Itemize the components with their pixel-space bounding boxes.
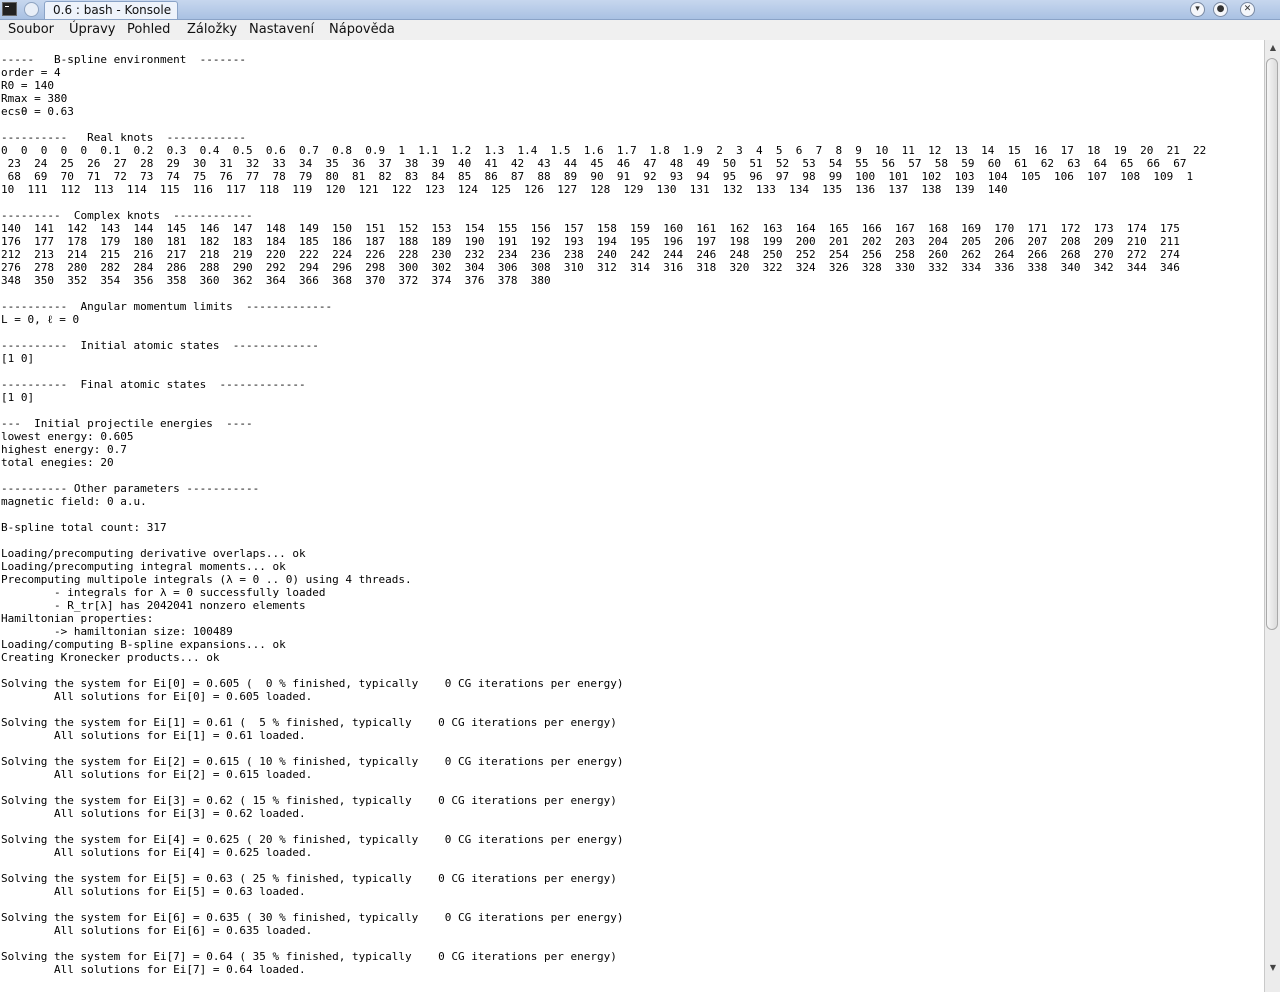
terminal-line: --------- Complex knots ------------: [1, 209, 253, 222]
terminal-line: lowest energy: 0.605: [1, 430, 134, 443]
terminal-line: ---------- Initial atomic states -------…: [1, 339, 319, 352]
terminal-line: 140 141 142 143 144 145 146 147 148 149 …: [1, 222, 1180, 235]
terminal-line: All solutions for Ei[2] = 0.615 loaded.: [1, 768, 313, 781]
terminal-line: - integrals for λ = 0 successfully loade…: [1, 586, 326, 599]
gear-icon[interactable]: ●: [1213, 2, 1228, 17]
terminal-line: [1 0]: [1, 352, 35, 365]
terminal-line: magnetic field: 0 a.u.: [1, 495, 147, 508]
terminal-line: Hamiltonian properties:: [1, 612, 154, 625]
terminal-line: ---------- Real knots ------------: [1, 131, 247, 144]
terminal-line: 276 278 280 282 284 286 288 290 292 294 …: [1, 261, 1180, 274]
terminal-line: 68 69 70 71 72 73 74 75 76 77 78 79 80 8…: [1, 170, 1194, 183]
close-icon[interactable]: ✕: [1240, 2, 1255, 17]
terminal-line: 23 24 25 26 27 28 29 30 31 32 33 34 35 3…: [1, 157, 1187, 170]
terminal-line: 176 177 178 179 180 181 182 183 184 185 …: [1, 235, 1180, 248]
menu-napoveda[interactable]: Nápověda: [329, 21, 395, 39]
terminal-line: Solving the system for Ei[2] = 0.615 ( 1…: [1, 755, 624, 768]
terminal-line: Solving the system for Ei[1] = 0.61 ( 5 …: [1, 716, 617, 729]
terminal-line: -> hamiltonian size: 100489: [1, 625, 233, 638]
terminal-line: B-spline total count: 317: [1, 521, 167, 534]
terminal-line: Solving the system for Ei[5] = 0.63 ( 25…: [1, 872, 617, 885]
pin-icon[interactable]: [24, 2, 39, 17]
terminal-line: 0 0 0 0 0 0.1 0.2 0.3 0.4 0.5 0.6 0.7 0.…: [1, 144, 1207, 157]
terminal-line: Creating Kronecker products... ok: [1, 651, 220, 664]
terminal-line: R0 = 140: [1, 79, 54, 92]
terminal-line: Solving the system for Ei[0] = 0.605 ( 0…: [1, 677, 624, 690]
menu-zalozky[interactable]: Záložky: [187, 21, 237, 39]
title-bar: 0.6 : bash - Konsole ▾ ● ✕: [0, 0, 1280, 20]
terminal-line: 212 213 214 215 216 217 218 219 220 222 …: [1, 248, 1180, 261]
terminal-output[interactable]: ----- B-spline environment ------- order…: [1, 53, 1206, 976]
terminal-line: Solving the system for Ei[6] = 0.635 ( 3…: [1, 911, 624, 924]
terminal-view[interactable]: ----- B-spline environment ------- order…: [0, 40, 1264, 992]
scrollbar-thumb[interactable]: [1266, 58, 1278, 630]
terminal-line: All solutions for Ei[1] = 0.61 loaded.: [1, 729, 306, 742]
terminal-line: ---------- Angular momentum limits -----…: [1, 300, 333, 313]
terminal-line: ----- B-spline environment -------: [1, 53, 247, 66]
terminal-line: ecsθ = 0.63: [1, 105, 74, 118]
chevron-down-icon[interactable]: ▾: [1190, 2, 1205, 17]
terminal-line: All solutions for Ei[3] = 0.62 loaded.: [1, 807, 306, 820]
terminal-line: Solving the system for Ei[7] = 0.64 ( 35…: [1, 950, 617, 963]
terminal-line: - R_tr[λ] has 2042041 nonzero elements: [1, 599, 306, 612]
terminal-line: total enegies: 20: [1, 456, 114, 469]
menu-pohled[interactable]: Pohled: [127, 21, 170, 39]
terminal-line: highest energy: 0.7: [1, 443, 127, 456]
terminal-icon[interactable]: [2, 2, 17, 16]
terminal-line: 10 111 112 113 114 115 116 117 118 119 1…: [1, 183, 1008, 196]
terminal-line: --- Initial projectile energies ----: [1, 417, 253, 430]
terminal-line: All solutions for Ei[7] = 0.64 loaded.: [1, 963, 306, 976]
terminal-line: All solutions for Ei[4] = 0.625 loaded.: [1, 846, 313, 859]
terminal-line: Precomputing multipole integrals (λ = 0 …: [1, 573, 412, 586]
vertical-scrollbar[interactable]: ▲ ▼: [1264, 40, 1280, 992]
menu-soubor[interactable]: Soubor: [8, 21, 54, 39]
terminal-line: 348 350 352 354 356 358 360 362 364 366 …: [1, 274, 551, 287]
terminal-line: All solutions for Ei[6] = 0.635 loaded.: [1, 924, 313, 937]
terminal-line: [1 0]: [1, 391, 35, 404]
terminal-line: All solutions for Ei[0] = 0.605 loaded.: [1, 690, 313, 703]
menu-bar: Soubor Úpravy Pohled Záložky Nastavení N…: [0, 20, 1280, 40]
terminal-line: Solving the system for Ei[4] = 0.625 ( 2…: [1, 833, 624, 846]
terminal-line: Loading/precomputing derivative overlaps…: [1, 547, 306, 560]
arrow-up-icon[interactable]: ▲: [1267, 42, 1279, 54]
menu-nastaveni[interactable]: Nastavení: [249, 21, 314, 39]
terminal-line: Solving the system for Ei[3] = 0.62 ( 15…: [1, 794, 617, 807]
terminal-line: L = 0, ℓ = 0: [1, 313, 80, 326]
terminal-line: Loading/precomputing integral moments...…: [1, 560, 286, 573]
menu-upravy[interactable]: Úpravy: [69, 21, 115, 39]
arrow-down-icon[interactable]: ▼: [1267, 962, 1279, 974]
terminal-line: Loading/computing B-spline expansions...…: [1, 638, 286, 651]
terminal-line: ---------- Final atomic states ---------…: [1, 378, 306, 391]
terminal-line: order = 4: [1, 66, 61, 79]
terminal-line: All solutions for Ei[5] = 0.63 loaded.: [1, 885, 306, 898]
terminal-line: Rmax = 380: [1, 92, 68, 105]
window-title[interactable]: 0.6 : bash - Konsole: [44, 1, 178, 19]
terminal-line: ---------- Other parameters -----------: [1, 482, 260, 495]
